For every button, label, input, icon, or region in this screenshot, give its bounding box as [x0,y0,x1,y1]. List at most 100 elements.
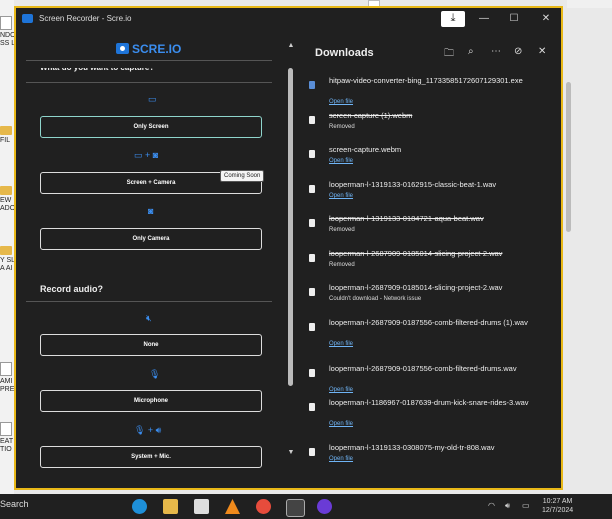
file-name: looperman-l-2687909-0187556-comb-filtere… [329,364,517,373]
file-icon [309,254,315,262]
desktop-item[interactable]: AMI PRE [0,362,14,394]
camera-icon: ◙ [148,206,154,216]
desktop-area [567,0,612,8]
wifi-icon[interactable]: ◠ [488,501,495,510]
file-icon [309,403,315,411]
maximize-icon[interactable]: ☐ [502,11,526,27]
file-icon [309,219,315,227]
desktop-item-label: EAT TIO [0,438,14,453]
file-name: looperman-l-1319133-0308075-my-old-tr-80… [329,443,495,452]
mic-speaker-icon: 🎙︎ + 🔊︎ [134,425,162,435]
window-title: Screen Recorder - Scre.io [39,14,132,23]
download-status: Removed [329,227,355,233]
scre-io-logo: SCRE.IO [116,40,181,56]
download-status: Removed [329,124,355,130]
desktop-item-label: Y SLI A AI [0,257,14,272]
notepad-icon[interactable] [194,499,209,514]
none-audio-button[interactable]: None [40,334,262,356]
microphone-icon: 🎙︎ [149,369,161,379]
download-status: Couldn't download - Network issue [329,296,422,302]
divider [26,82,272,83]
file-icon [309,448,315,456]
only-camera-button[interactable]: Only Camera [40,228,262,250]
download-status: Removed [329,262,355,268]
mute-icon: 🔇︎ [146,313,152,323]
folder-icon [0,246,12,255]
capture-heading: What do you want to capture? [40,63,155,72]
coming-soon-tooltip: Coming Soon [220,170,265,182]
file-name: looperman-l-2687909-0185014-slicing-proj… [329,283,503,292]
open-file-link[interactable]: Open file [329,341,353,347]
file-name: looperman-l-1319133-0184721-aqua-beat.wa… [329,214,484,223]
more-options-icon[interactable]: ⋯ [491,46,501,57]
divider [26,60,272,61]
file-icon [309,288,315,296]
time: 10:27 AM [542,498,573,505]
desktop-item-label: FIL [0,137,11,144]
microphone-button[interactable]: Microphone [40,390,262,412]
desktop-item-label: NDO SS LI [0,32,14,47]
desktop-item[interactable]: EAT TIO [0,422,14,454]
chrome-icon[interactable] [256,499,271,514]
open-file-link[interactable]: Open file [329,387,353,393]
open-file-link[interactable]: Open file [329,158,353,164]
file-icon [309,185,315,193]
clock[interactable]: 10:27 AM 12/7/2024 [542,497,573,515]
only-screen-button[interactable]: Only Screen [40,116,262,138]
folder-icon [0,186,12,195]
scroll-up-icon[interactable]: ▲ [287,42,295,49]
date: 12/7/2024 [542,507,574,514]
volume-icon[interactable]: 🔊︎ [505,501,510,511]
minimize-icon[interactable]: — [472,11,496,27]
monitor-camera-icon: ▭ + ◙ [134,150,159,160]
unpin-icon[interactable]: ⊘ [514,46,522,57]
folder-icon [0,126,12,135]
file-icon [309,369,315,377]
title-bar: Screen Recorder - Scre.io ⤓ — ☐ ✕ [16,8,561,30]
search-box[interactable]: Search [0,499,29,509]
file-name: hitpaw-video-converter-bing_117335851726… [329,76,523,85]
desktop-item[interactable]: FIL [0,126,14,145]
recorder-panel: SCRE.IO What do you want to capture? ▭ O… [16,30,284,488]
edge-icon[interactable] [132,499,147,514]
divider [26,301,272,302]
downloads-scrollbar[interactable] [566,82,571,232]
battery-icon[interactable]: ▭ [522,501,530,510]
file-name: looperman-l-1319133-0162915-classic-beat… [329,180,497,189]
downloads-panel: Downloads 🗀︎ ⌕ ⋯ ⊘ ✕ hitpaw-video-conver… [298,30,571,488]
download-status-icon[interactable]: ⤓ [441,11,465,27]
record-icon [116,43,129,55]
document-icon [0,16,12,30]
desktop-item[interactable]: NDO SS LI [0,16,14,48]
system-mic-button[interactable]: System + Mic. [40,446,262,468]
desktop-item[interactable]: EW ADO [0,186,14,213]
vlc-icon[interactable] [225,499,240,514]
downloads-title: Downloads [315,47,374,59]
taskbar: Search ◠ 🔊︎ ▭ 10:27 AM 12/7/2024 [0,494,612,519]
document-icon [0,362,12,376]
scroll-down-icon[interactable]: ▼ [287,449,295,456]
desktop-item[interactable]: Y SLI A AI [0,246,14,273]
recorder-scrollbar[interactable]: ▲ ▼ [287,42,295,456]
open-file-link[interactable]: Open file [329,193,353,199]
open-file-link[interactable]: Open file [329,456,353,462]
file-explorer-icon[interactable] [163,499,178,514]
desktop-item-label: EW ADO [0,197,14,212]
canva-icon[interactable] [317,499,332,514]
close-downloads-icon[interactable]: ✕ [538,46,546,57]
file-icon [309,116,315,124]
desktop-item-label: AMI PRE [0,378,14,393]
file-name: screen-capture (1).webm [329,111,413,120]
open-file-link[interactable]: Open file [329,421,353,427]
open-file-link[interactable]: Open file [329,99,353,105]
file-name: screen-capture.webm [329,145,402,154]
scrollbar-thumb[interactable] [288,68,293,386]
audio-heading: Record audio? [40,284,104,294]
document-icon [0,422,12,436]
open-folder-icon[interactable]: 🗀︎ [444,46,454,63]
file-icon [309,323,315,331]
close-icon[interactable]: ✕ [534,11,558,27]
screen-recorder-taskbar-icon[interactable] [286,499,305,517]
monitor-icon: ▭ [148,94,157,104]
search-icon[interactable]: ⌕ [468,46,474,57]
